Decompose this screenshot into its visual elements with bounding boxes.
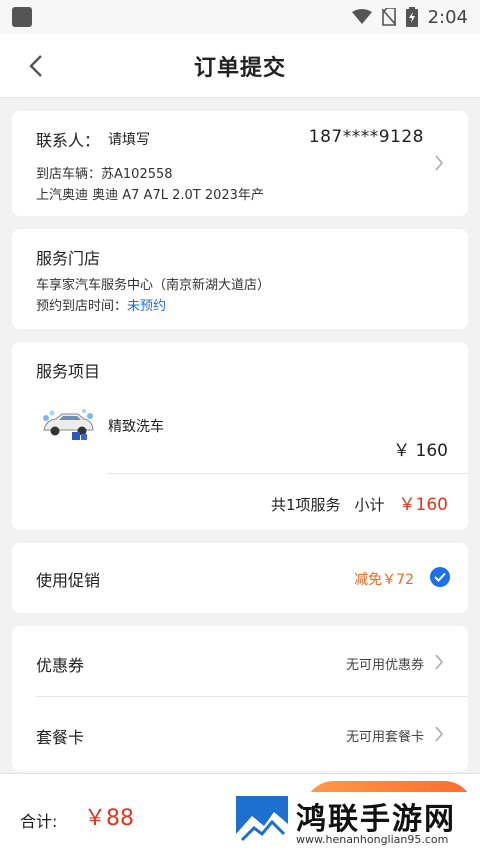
total-label: 合计: xyxy=(20,812,58,831)
chevron-right-icon[interactable] xyxy=(434,155,448,171)
car-wash-image xyxy=(38,404,98,442)
vehicle-label: 到店车辆： xyxy=(36,167,102,182)
package-card-label: 套餐卡 xyxy=(36,728,85,747)
watermark-logo xyxy=(234,794,290,850)
contact-phone: 187****9128 xyxy=(308,127,424,147)
coupon-value: 无可用优惠券 xyxy=(345,658,424,673)
vehicle-model: 上汽奥迪 奥迪 A7 A7L 2.0T 2023年产 xyxy=(36,188,264,203)
package-card-value: 无可用套餐卡 xyxy=(345,730,424,745)
watermark-title: 鸿联手游网 xyxy=(296,802,456,837)
vehicle-plate: 苏A102558 xyxy=(101,167,173,182)
coupon-label: 优惠券 xyxy=(36,656,85,675)
watermark: 鸿联手游网 www.henanhonglian95.com xyxy=(230,792,480,853)
chevron-right-icon xyxy=(434,726,448,742)
promotion-discount: 减免￥72 xyxy=(354,572,414,588)
subtotal-value: ￥160 xyxy=(398,495,448,515)
status-icons: 2:04 xyxy=(351,6,468,28)
top-nav: 订单提交 xyxy=(0,34,480,98)
wifi-icon xyxy=(351,9,372,25)
divider xyxy=(36,696,468,697)
contact-name-value[interactable]: 请填写 xyxy=(108,129,150,149)
status-bar: 2:04 xyxy=(0,0,480,34)
service-card: 服务项目 精致洗车 ￥ 160 共1项服务 小计 ￥160 xyxy=(12,342,468,530)
no-sim-icon xyxy=(381,8,396,26)
chevron-right-icon xyxy=(434,654,448,670)
promotion-checkbox[interactable] xyxy=(430,567,450,587)
store-name: 车享家汽车服务中心（南京新湖大道店） xyxy=(36,278,271,293)
coupon-row[interactable]: 优惠券 无可用优惠券 xyxy=(12,626,468,697)
contact-card[interactable]: 联系人： 请填写 187****9128 到店车辆：苏A102558 上汽奥迪 … xyxy=(12,111,468,216)
check-icon xyxy=(434,572,446,582)
divider xyxy=(108,473,468,474)
package-card-row[interactable]: 套餐卡 无可用套餐卡 xyxy=(12,698,468,768)
watermark-url: www.henanhonglian95.com xyxy=(296,833,449,846)
service-summary: 共1项服务 小计 ￥160 xyxy=(271,490,448,515)
service-count: 共1项服务 xyxy=(270,496,341,514)
vehicle-line: 到店车辆：苏A102558 xyxy=(36,163,173,182)
discount-options-card: 优惠券 无可用优惠券 套餐卡 无可用套餐卡 xyxy=(12,626,468,771)
status-time: 2:04 xyxy=(427,6,468,28)
store-section-title: 服务门店 xyxy=(36,249,101,268)
battery-icon xyxy=(405,7,418,27)
page-title: 订单提交 xyxy=(193,55,286,81)
service-item-name: 精致洗车 xyxy=(108,419,164,435)
store-card: 服务门店 车享家汽车服务中心（南京新湖大道店） 预约到店时间：未预约 xyxy=(12,229,468,329)
promotion-label: 使用促销 xyxy=(36,571,101,590)
service-item-price: ￥ 160 xyxy=(393,441,448,461)
appointment-link[interactable]: 未预约 xyxy=(127,299,166,314)
subtotal-label: 小计 xyxy=(354,496,385,514)
chevron-left-icon xyxy=(29,55,42,77)
total-value: ￥88 xyxy=(84,806,134,831)
appointment-label: 预约到店时间： xyxy=(36,299,128,314)
promotion-card[interactable]: 使用促销 减免￥72 xyxy=(12,543,468,613)
back-button[interactable] xyxy=(22,52,50,80)
appointment-line: 预约到店时间：未预约 xyxy=(36,295,166,314)
service-section-title: 服务项目 xyxy=(36,362,101,381)
notification-icon xyxy=(12,7,32,27)
contact-label: 联系人： xyxy=(36,131,101,150)
